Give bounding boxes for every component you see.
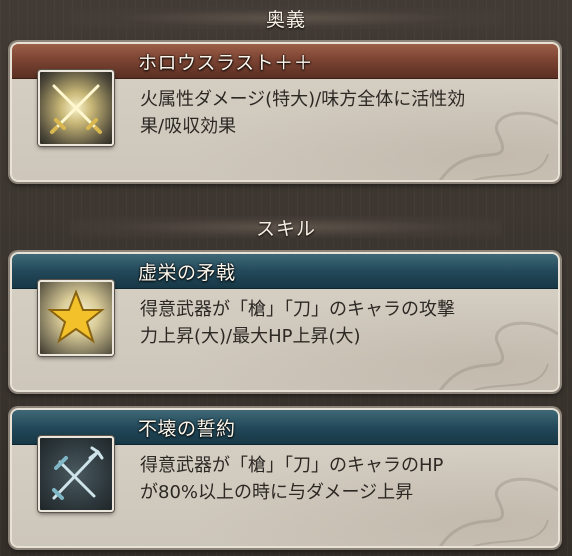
skill-section-title: スキル <box>255 217 316 240</box>
ornament-flourish <box>439 111 558 180</box>
ougi-card[interactable]: ホロウスラスト＋＋ 火属性ダメージ(特大)/味方全体に活性効 果/吸収効果 <box>10 42 560 182</box>
crossed-spear-sword-icon <box>38 436 114 512</box>
ougi-section-title: 奥義 <box>265 8 306 31</box>
ougi-section-header: 奥義 <box>0 3 572 33</box>
skill-card-2[interactable]: 不壊の誓約 得意武器が「槍」「刀」のキャラのHP が80%以上の時に与ダメージ上… <box>10 408 560 548</box>
skill-2-name: 不壊の誓約 <box>138 417 236 440</box>
ornament-flourish <box>439 477 558 546</box>
ougi-name: ホロウスラスト＋＋ <box>138 51 314 74</box>
skill-card-1[interactable]: 虚栄の矛戟 得意武器が「槍」「刀」のキャラの攻撃 力上昇(大)/最大HP上昇(大… <box>10 252 560 392</box>
ornament-flourish <box>439 321 558 390</box>
skill-section-header: スキル <box>0 212 572 242</box>
skill-1-name: 虚栄の矛戟 <box>138 261 236 284</box>
gold-star-icon <box>38 280 114 356</box>
crossed-swords-icon <box>38 70 114 146</box>
